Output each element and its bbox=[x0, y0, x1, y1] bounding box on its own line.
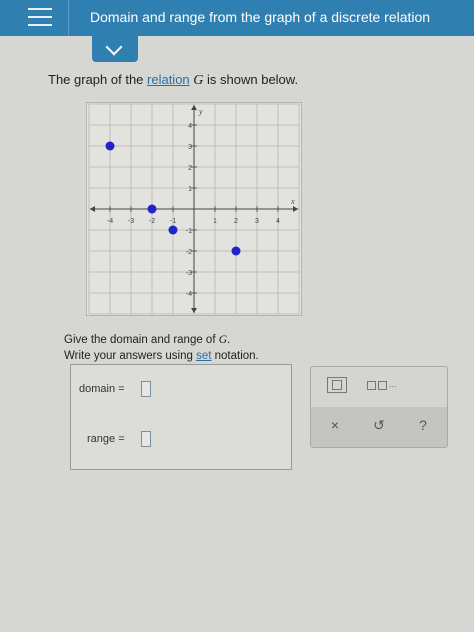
page-title: Domain and range from the graph of a dis… bbox=[90, 9, 431, 25]
list-box-icon bbox=[378, 381, 387, 390]
menu-icon[interactable] bbox=[28, 6, 60, 28]
data-point bbox=[105, 141, 115, 151]
x-tick-label: -1 bbox=[170, 218, 176, 225]
instruction-period: . bbox=[227, 334, 231, 346]
x-tick-label: 1 bbox=[213, 218, 217, 225]
x-tick-label: 4 bbox=[276, 218, 280, 225]
set-braces-button[interactable] bbox=[327, 377, 347, 393]
top-bar: Domain and range from the graph of a dis… bbox=[0, 0, 474, 36]
y-tick-label: -2 bbox=[186, 249, 192, 256]
answer-keypad: ... × ↺ ? bbox=[310, 366, 448, 448]
prompt-text-before: The graph of the bbox=[48, 72, 148, 87]
range-input[interactable] bbox=[141, 431, 151, 447]
y-tick-label: -3 bbox=[186, 270, 192, 277]
x-tick-label: 2 bbox=[234, 218, 238, 225]
data-point bbox=[147, 204, 157, 214]
y-tick-label: 2 bbox=[188, 165, 192, 172]
y-tick-label: -4 bbox=[186, 291, 192, 298]
set-link[interactable]: set bbox=[196, 350, 211, 362]
domain-label: domain = bbox=[79, 383, 125, 395]
relation-link[interactable]: relation bbox=[147, 72, 190, 87]
instruction-variable: G bbox=[218, 334, 228, 346]
list-dots: ... bbox=[389, 379, 397, 389]
help-button[interactable]: ? bbox=[411, 417, 435, 433]
answer-box: domain = range = bbox=[70, 364, 292, 470]
header-divider bbox=[68, 0, 69, 36]
list-box-icon bbox=[367, 381, 376, 390]
undo-button[interactable]: ↺ bbox=[367, 417, 391, 434]
x-tick-label: -3 bbox=[128, 218, 134, 225]
relation-variable: G bbox=[193, 73, 204, 88]
domain-input[interactable] bbox=[141, 381, 151, 397]
coordinate-graph: -4 -3 -2 -1 1 2 3 4 4 3 2 1 -1 -2 -3 -4 x y bbox=[86, 102, 302, 316]
keypad-actions: × ↺ ? bbox=[311, 407, 447, 447]
x-tick-label: -2 bbox=[149, 218, 155, 225]
instruction-line-2: Write your answers using set notation. bbox=[64, 348, 259, 364]
y-tick-label: 4 bbox=[188, 123, 192, 130]
x-axis-label: x bbox=[290, 197, 295, 206]
instruction-text-3: notation. bbox=[211, 350, 259, 362]
instruction-text-2: Write your answers using bbox=[64, 350, 197, 362]
data-point bbox=[231, 246, 241, 256]
data-point bbox=[168, 225, 178, 235]
y-tick-label: 3 bbox=[188, 144, 192, 151]
prompt-text-after: is shown below. bbox=[203, 72, 299, 87]
y-tick-label: -1 bbox=[186, 228, 192, 235]
y-tick-label: 1 bbox=[188, 186, 192, 193]
chevron-down-icon bbox=[105, 38, 123, 56]
x-tick-label: -4 bbox=[107, 218, 113, 225]
x-tick-label: 3 bbox=[255, 218, 259, 225]
instruction-text: Give the domain and range of bbox=[64, 334, 219, 346]
collapse-button[interactable] bbox=[92, 36, 138, 62]
set-braces-icon bbox=[332, 380, 342, 390]
instructions: Give the domain and range of G. Write yo… bbox=[64, 332, 259, 364]
range-label: range = bbox=[87, 433, 125, 445]
list-button[interactable]: ... bbox=[367, 379, 397, 391]
y-axis-label: y bbox=[198, 107, 203, 116]
instruction-line-1: Give the domain and range of G. bbox=[64, 332, 259, 348]
problem-prompt: The graph of the relation G is shown bel… bbox=[48, 72, 298, 89]
clear-button[interactable]: × bbox=[323, 417, 347, 433]
